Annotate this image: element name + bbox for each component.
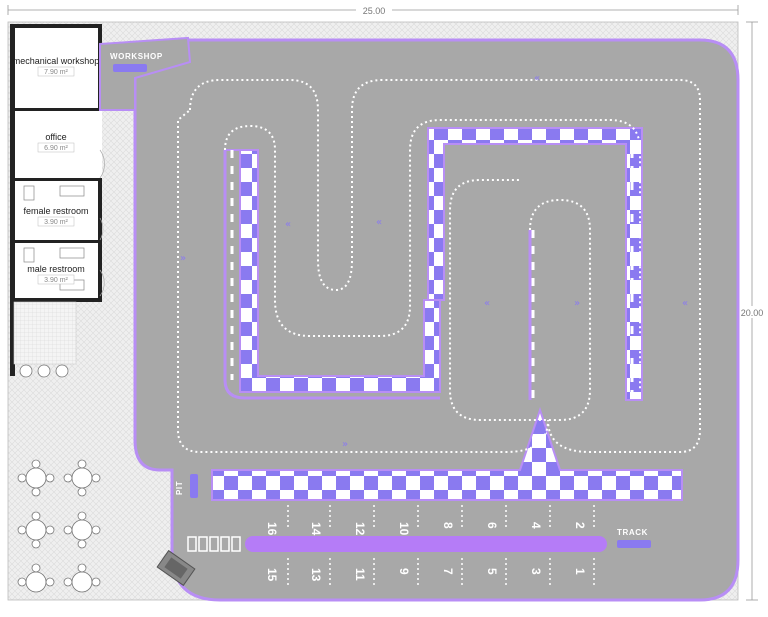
svg-text:«: « [682, 298, 688, 309]
svg-text:office: office [45, 132, 66, 142]
grid-8: 8 [441, 522, 455, 529]
svg-text:»: » [180, 253, 186, 264]
svg-text:»: » [342, 439, 348, 450]
svg-text:3.90 m²: 3.90 m² [44, 219, 68, 226]
svg-text:6.90 m²: 6.90 m² [44, 145, 68, 152]
svg-text:TRACK: TRACK [617, 528, 648, 537]
pit-lane-bar [245, 536, 607, 552]
grid-11: 11 [353, 568, 367, 581]
svg-text:mechanical workshop: mechanical workshop [13, 56, 100, 66]
svg-text:«: « [484, 298, 490, 309]
grid-12: 12 [353, 522, 367, 536]
floor-plan: 25.00 20.00 mechanical workshop 7.90 m² [0, 0, 768, 612]
grid-7: 7 [441, 568, 455, 575]
grid-1: 1 [573, 568, 587, 575]
svg-text:«: « [285, 219, 291, 230]
patio [13, 301, 77, 365]
grid-2: 2 [573, 522, 587, 529]
svg-text:female restroom: female restroom [23, 206, 88, 216]
width-dimension: 25.00 [7, 4, 739, 16]
svg-text:WORKSHOP: WORKSHOP [110, 52, 163, 61]
grid-10: 10 [397, 522, 411, 536]
svg-text:male restroom: male restroom [27, 264, 85, 274]
grid-5: 5 [485, 568, 499, 575]
svg-text:PIT: PIT [175, 481, 184, 495]
svg-text:«: « [534, 73, 540, 84]
grid-4: 4 [529, 522, 543, 529]
svg-text:7.90 m²: 7.90 m² [44, 69, 68, 76]
grid-9: 9 [397, 568, 411, 575]
grid-15: 15 [265, 568, 279, 582]
svg-text:«: « [376, 217, 382, 228]
svg-text:3.90 m²: 3.90 m² [44, 277, 68, 284]
svg-text:»: » [574, 298, 580, 309]
height-label: 20.00 [741, 308, 764, 318]
width-label: 25.00 [363, 6, 386, 16]
height-dimension: 20.00 [738, 21, 768, 601]
grid-14: 14 [309, 522, 323, 536]
grid-6: 6 [485, 522, 499, 529]
grid-13: 13 [309, 568, 323, 582]
grid-16: 16 [265, 522, 279, 536]
grid-3: 3 [529, 568, 543, 575]
